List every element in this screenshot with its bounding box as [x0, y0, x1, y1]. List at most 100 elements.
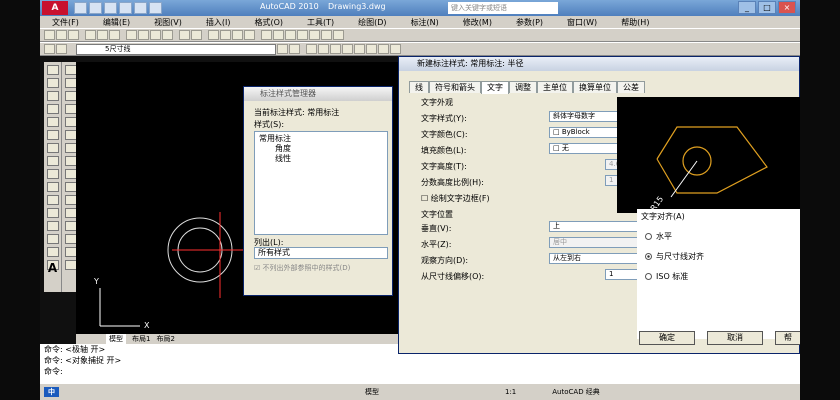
tab-text[interactable]: 文字: [481, 81, 509, 94]
explode-icon[interactable]: [64, 260, 77, 270]
dim-ordinate-icon[interactable]: [342, 44, 353, 54]
ellipse-icon[interactable]: [46, 182, 59, 192]
dim-aligned-icon[interactable]: [318, 44, 329, 54]
dim-baseline-icon[interactable]: [390, 44, 401, 54]
layer-state-icon[interactable]: [56, 44, 67, 54]
ok-button[interactable]: 确定: [639, 331, 695, 345]
break-icon[interactable]: [64, 208, 77, 218]
dim-radius-icon[interactable]: [354, 44, 365, 54]
tree-item[interactable]: 角度: [259, 144, 383, 154]
layer-previous-icon[interactable]: [289, 44, 300, 54]
tab-model[interactable]: 模型: [106, 334, 126, 344]
circle-icon[interactable]: [46, 143, 59, 153]
tool-palettes-icon[interactable]: [285, 30, 296, 40]
fillet-icon[interactable]: [64, 247, 77, 257]
save-icon[interactable]: [68, 30, 79, 40]
tree-item[interactable]: 线性: [259, 154, 383, 164]
maximize-button[interactable]: □: [758, 1, 776, 14]
tab-lines[interactable]: 线: [409, 81, 429, 93]
insert-block-icon[interactable]: [46, 195, 59, 205]
status-scale[interactable]: 1:1: [505, 388, 516, 396]
trim-icon[interactable]: [64, 182, 77, 192]
gradient-icon[interactable]: [46, 247, 59, 257]
publish-icon[interactable]: [109, 30, 120, 40]
match-icon[interactable]: [162, 30, 173, 40]
rectangle-icon[interactable]: [46, 117, 59, 127]
spline-icon[interactable]: [46, 169, 59, 179]
zoom-window-icon[interactable]: [232, 30, 243, 40]
save-icon[interactable]: [104, 2, 117, 14]
move-icon[interactable]: [64, 130, 77, 140]
tab-primary-units[interactable]: 主单位: [537, 81, 573, 93]
cancel-button[interactable]: 取消: [707, 331, 763, 345]
dim-arc-icon[interactable]: [330, 44, 341, 54]
ime-indicator[interactable]: 中: [44, 387, 59, 397]
make-block-icon[interactable]: [46, 208, 59, 218]
mirror-icon[interactable]: [64, 91, 77, 101]
menu-dimension[interactable]: 标注(N): [399, 17, 451, 28]
tab-alternate-units[interactable]: 换算单位: [573, 81, 617, 93]
dim-diameter-icon[interactable]: [366, 44, 377, 54]
make-current-icon[interactable]: [277, 44, 288, 54]
pan-icon[interactable]: [208, 30, 219, 40]
list-select[interactable]: 所有样式: [254, 247, 388, 259]
tab-symbols[interactable]: 符号和箭头: [429, 81, 481, 93]
line-icon[interactable]: [46, 65, 59, 75]
open-icon[interactable]: [89, 2, 102, 14]
copy-icon[interactable]: [138, 30, 149, 40]
align-horizontal-radio[interactable]: 水平: [645, 231, 672, 242]
dim-linear-icon[interactable]: [306, 44, 317, 54]
status-model[interactable]: 模型: [365, 387, 379, 397]
tab-layout2[interactable]: 布局2: [156, 334, 174, 344]
new-icon[interactable]: [44, 30, 55, 40]
zoom-previous-icon[interactable]: [244, 30, 255, 40]
construction-line-icon[interactable]: [46, 78, 59, 88]
menu-view[interactable]: 视图(V): [142, 17, 194, 28]
new-icon[interactable]: [74, 2, 87, 14]
cut-icon[interactable]: [126, 30, 137, 40]
minimize-button[interactable]: _: [738, 1, 756, 14]
join-icon[interactable]: [64, 221, 77, 231]
tab-layout1[interactable]: 布局1: [132, 334, 150, 344]
menu-help[interactable]: 帮助(H): [609, 17, 661, 28]
text-frame-checkbox[interactable]: ☐ 绘制文字边框(F): [421, 193, 490, 204]
copy-object-icon[interactable]: [64, 78, 77, 88]
tab-tolerances[interactable]: 公差: [617, 81, 645, 93]
markup-icon[interactable]: [309, 30, 320, 40]
polyline-icon[interactable]: [46, 91, 59, 101]
print-icon[interactable]: [85, 30, 96, 40]
sheet-set-icon[interactable]: [297, 30, 308, 40]
extend-icon[interactable]: [64, 195, 77, 205]
revcloud-icon[interactable]: [46, 156, 59, 166]
array-icon[interactable]: [64, 117, 77, 127]
undo-icon[interactable]: [179, 30, 190, 40]
calculator-icon[interactable]: [321, 30, 332, 40]
menu-format[interactable]: 格式(O): [242, 17, 295, 28]
offset-icon[interactable]: [64, 104, 77, 114]
menu-draw[interactable]: 绘图(D): [346, 17, 398, 28]
menu-tools[interactable]: 工具(T): [295, 17, 346, 28]
preview-icon[interactable]: [97, 30, 108, 40]
help-icon[interactable]: [333, 30, 344, 40]
chamfer-icon[interactable]: [64, 234, 77, 244]
layer-properties-icon[interactable]: [44, 44, 55, 54]
text-icon[interactable]: A: [46, 260, 59, 275]
align-iso-radio[interactable]: ISO 标准: [645, 271, 688, 282]
status-workspace[interactable]: AutoCAD 经典: [552, 387, 600, 397]
undo-icon[interactable]: [119, 2, 132, 14]
help-button[interactable]: 帮: [775, 331, 800, 345]
stretch-icon[interactable]: [64, 169, 77, 179]
erase-icon[interactable]: [64, 65, 77, 75]
rotate-icon[interactable]: [64, 143, 77, 153]
layer-select[interactable]: 5尺寸线: [76, 43, 276, 55]
command-prompt[interactable]: 命令:: [44, 366, 800, 377]
close-button[interactable]: ×: [778, 1, 796, 14]
scale-icon[interactable]: [64, 156, 77, 166]
menu-edit[interactable]: 编辑(E): [91, 17, 142, 28]
tree-item[interactable]: 常用标注: [259, 134, 383, 144]
tab-fit[interactable]: 调整: [509, 81, 537, 93]
autocad-logo-icon[interactable]: A: [42, 1, 68, 15]
menu-modify[interactable]: 修改(M): [451, 17, 504, 28]
design-center-icon[interactable]: [273, 30, 284, 40]
search-input[interactable]: 键入关键字或短语: [448, 2, 558, 14]
